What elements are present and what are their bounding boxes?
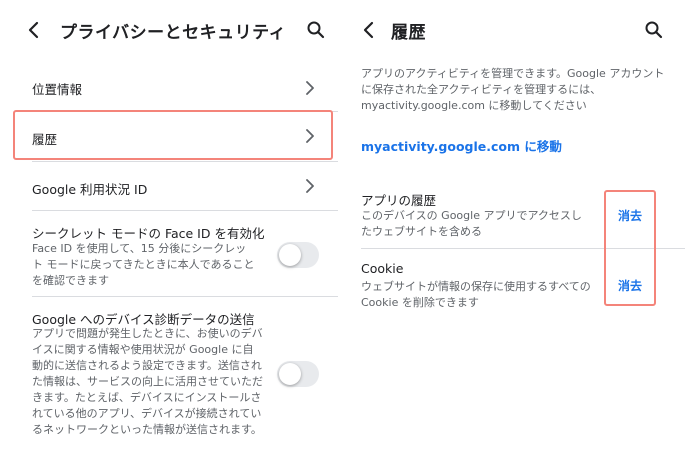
clear-cookies-button[interactable]: 消去 (618, 277, 642, 294)
search-icon[interactable] (644, 20, 664, 40)
diagnostics-description: アプリで問題が発生したときに、お使いのデバイスに関する情報や使用状況が Goog… (32, 327, 263, 436)
location-row[interactable]: 位置情報 (0, 64, 338, 112)
toggle-knob (279, 244, 301, 266)
history-row[interactable]: 履歴 (0, 112, 338, 160)
cookie-row: Cookie ウェブサイトが情報の保存に使用するすべての Cookie を削除で… (347, 249, 685, 313)
history-screen: 履歴 アプリのアクティビティを管理できます。Google アカウントに保存された… (347, 0, 685, 466)
app-bar: 履歴 (347, 0, 685, 62)
privacy-security-screen: プライバシーとセキュリティ 位置情報 履歴 Google 利用状況 ID シーク… (0, 0, 338, 466)
face-id-title: シークレット モードの Face ID を有効化 (32, 226, 265, 241)
app-history-title: アプリの履歴 (361, 193, 437, 208)
location-label: 位置情報 (32, 82, 83, 97)
face-id-toggle[interactable] (277, 242, 319, 268)
chevron-right-icon (306, 179, 314, 193)
face-id-description: Face ID を使用して、15 分後にシークレット モードに戻ってきたときに本… (32, 242, 255, 287)
page-title: プライバシーとセキュリティ (60, 23, 287, 43)
usage-id-row[interactable]: Google 利用状況 ID (0, 162, 338, 210)
face-id-row: シークレット モードの Face ID を有効化 Face ID を使用して、1… (0, 211, 338, 296)
app-bar: プライバシーとセキュリティ (0, 0, 338, 62)
diagnostics-toggle[interactable] (277, 361, 319, 387)
toggle-knob (279, 363, 301, 385)
back-arrow-icon[interactable] (24, 20, 44, 40)
usage-id-label: Google 利用状況 ID (32, 182, 148, 197)
search-icon[interactable] (306, 20, 326, 40)
cookie-description: ウェブサイトが情報の保存に使用するすべての Cookie を削除できます (361, 280, 591, 309)
diagnostics-row: Google へのデバイス診断データの送信 アプリで問題が発生したときに、お使い… (0, 297, 338, 466)
chevron-right-icon (306, 81, 314, 95)
history-intro: アプリのアクティビティを管理できます。Google アカウントに保存された全アク… (361, 67, 665, 112)
back-arrow-icon[interactable] (359, 20, 379, 40)
app-history-description: このデバイスの Google アプリでアクセスしたウェブサイトを含める (361, 209, 582, 238)
page-title: 履歴 (391, 23, 426, 43)
history-label: 履歴 (32, 132, 58, 147)
app-history-row: アプリの履歴 このデバイスの Google アプリでアクセスしたウェブサイトを含… (347, 183, 685, 247)
chevron-right-icon (306, 129, 314, 143)
clear-app-history-button[interactable]: 消去 (618, 207, 642, 224)
cookie-title: Cookie (361, 261, 404, 276)
myactivity-link[interactable]: myactivity.google.com に移動 (361, 136, 562, 155)
